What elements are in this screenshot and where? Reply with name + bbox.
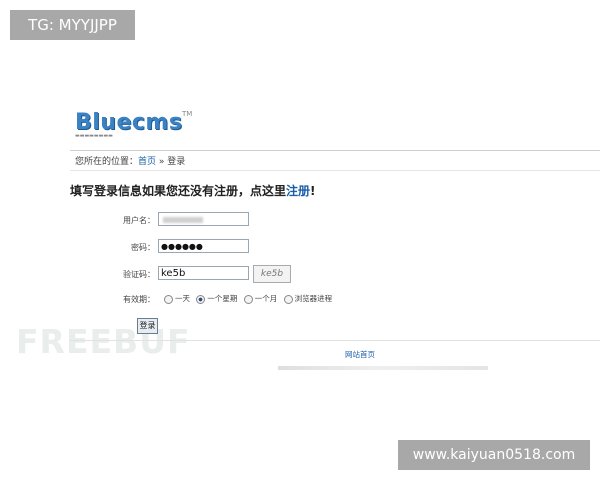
validity-option-label: 浏览器进程 — [294, 294, 333, 303]
login-heading: 填写登录信息如果您还没有注册，点这里注册! — [70, 182, 316, 199]
freebuf-watermark: FREEBUF — [16, 322, 191, 361]
validity-radio-1day[interactable] — [164, 294, 173, 304]
username-blurred-value — [163, 217, 203, 223]
logo-text: Bluecms — [75, 110, 183, 135]
breadcrumb-separator: » — [156, 157, 168, 167]
breadcrumb: 您所在的位置：首页 » 登录 — [75, 154, 185, 167]
footer-divider — [70, 340, 600, 341]
validity-option-label: 一天 — [175, 294, 190, 303]
nav-divider-top — [70, 150, 600, 151]
register-link[interactable]: 注册 — [286, 184, 310, 198]
breadcrumb-home-link[interactable]: 首页 — [138, 157, 156, 167]
validity-radio-browser[interactable] — [283, 294, 293, 304]
captcha-label: 验证码： — [123, 270, 155, 279]
breadcrumb-prefix: 您所在的位置： — [75, 157, 139, 167]
validity-option-label: 一个星期 — [207, 294, 238, 303]
validity-radio-1month[interactable] — [243, 294, 253, 304]
captcha-input[interactable]: ke5b — [158, 266, 249, 280]
logo-tm: TM — [182, 110, 193, 118]
nav-divider-bottom — [70, 170, 600, 171]
captcha-image[interactable]: ke5b — [253, 265, 291, 283]
breadcrumb-current: 登录 — [167, 157, 186, 167]
site-url-watermark: www.kaiyuan0518.com — [398, 440, 590, 470]
heading-text: 填写登录信息如果您还没有注册，点这里 — [70, 184, 287, 198]
heading-tail: ! — [310, 184, 316, 198]
login-submit-button[interactable]: 登录 — [137, 318, 158, 334]
username-input[interactable] — [158, 212, 249, 226]
validity-radio-1week[interactable] — [196, 294, 206, 304]
validity-label: 有效期： — [123, 295, 155, 304]
footer-home-link[interactable]: 网站首页 — [345, 349, 375, 360]
validity-options: 一天 一个星期 一个月 浏览器进程 — [160, 293, 332, 304]
validity-option-label: 一个月 — [254, 294, 278, 303]
tg-watermark-badge: TG: MYYJJPP — [10, 10, 135, 40]
password-input[interactable]: ●●●●●● — [158, 239, 249, 253]
username-label: 用户名： — [123, 216, 155, 225]
bluecms-logo[interactable]: Bluecms TM ▬▬▬▬▬▬▬▬ — [75, 110, 192, 139]
password-label: 密码： — [131, 243, 155, 252]
footer-faded-text — [278, 366, 488, 370]
